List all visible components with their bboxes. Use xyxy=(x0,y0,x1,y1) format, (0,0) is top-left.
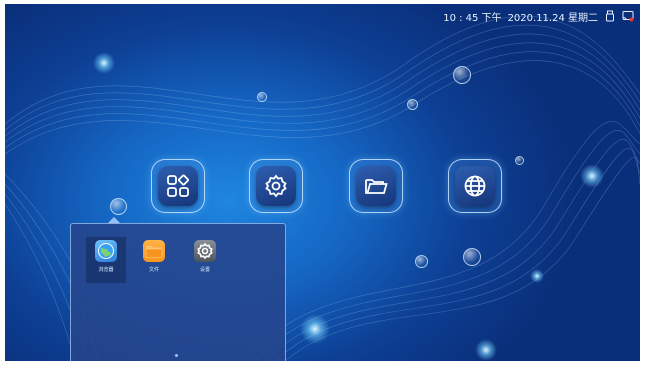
files-tile[interactable] xyxy=(349,159,403,213)
settings-tile[interactable] xyxy=(249,159,303,213)
bubble xyxy=(453,66,471,84)
bubble xyxy=(415,255,428,268)
app-label: 浏览器 xyxy=(98,267,114,273)
folder-icon xyxy=(143,240,165,262)
gear-icon xyxy=(265,174,287,198)
browser-globe-icon xyxy=(95,240,117,262)
clock: 10 : 45 下午 xyxy=(443,12,502,24)
sparkle xyxy=(93,52,115,74)
sparkle xyxy=(530,269,544,283)
app-drawer: 浏览器 文件 设置 xyxy=(70,223,286,361)
apps-tile[interactable] xyxy=(151,159,205,213)
sparkle xyxy=(580,164,604,188)
sparkle xyxy=(475,339,497,361)
app-label: 设置 xyxy=(199,267,210,273)
folder-icon xyxy=(365,179,388,194)
browser-tile[interactable] xyxy=(448,159,502,213)
screen-cast-icon[interactable] xyxy=(622,10,634,22)
date: 2020.11.24 星期二 xyxy=(507,12,598,24)
bubble xyxy=(257,92,267,102)
bubble xyxy=(463,248,481,266)
sparkle xyxy=(300,314,330,344)
bubble xyxy=(515,156,524,165)
settings-gear-icon xyxy=(194,240,216,262)
app-browser[interactable]: 浏览器 xyxy=(86,237,126,283)
grid-apps-icon xyxy=(167,174,189,197)
desktop-screen: 10 : 45 下午 2020.11.24 星期二 浏览器 文件 设置 xyxy=(5,4,640,361)
page-indicator-dot xyxy=(175,354,178,357)
app-settings[interactable]: 设置 xyxy=(185,237,225,283)
app-label: 文件 xyxy=(148,267,159,273)
app-files[interactable]: 文件 xyxy=(134,237,174,283)
status-bar: 10 : 45 下午 2020.11.24 星期二 xyxy=(443,8,634,24)
globe-icon xyxy=(464,175,486,197)
bubble xyxy=(407,99,418,110)
usb-icon xyxy=(604,10,616,22)
bubble xyxy=(110,198,127,215)
